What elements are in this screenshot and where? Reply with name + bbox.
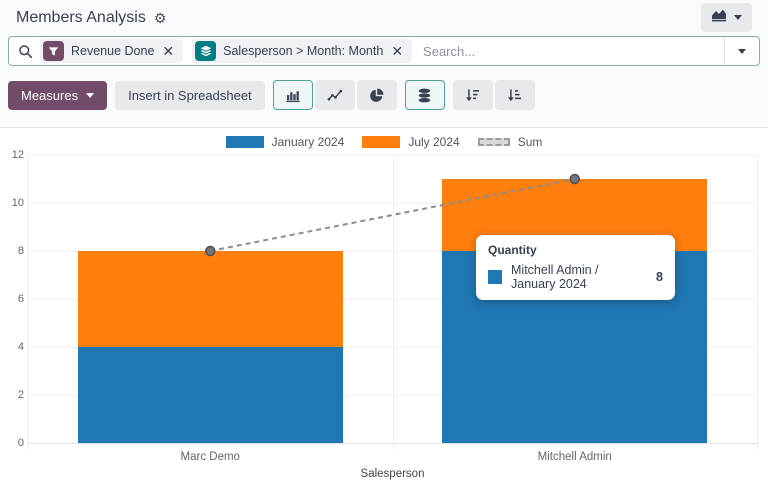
legend-item[interactable]: July 2024	[362, 135, 459, 149]
legend-marker-july	[362, 136, 400, 148]
tooltip-label: Mitchell Admin / January 2024	[511, 263, 645, 291]
grid-line	[393, 155, 394, 449]
legend-label: January 2024	[272, 135, 345, 149]
insert-in-spreadsheet-button[interactable]: Insert in Spreadsheet	[115, 81, 265, 110]
legend-label: Sum	[518, 135, 543, 149]
tooltip-series-marker	[488, 270, 502, 284]
stacked-toggle-button[interactable]	[405, 80, 445, 110]
search-icon	[9, 44, 40, 59]
filter-icon	[43, 41, 64, 61]
tooltip-row: Mitchell Admin / January 2024 8	[488, 263, 663, 291]
control-panel: Members Analysis ⚙ Revenue Done ✕ Salesp…	[0, 0, 768, 128]
sort-descending-icon	[465, 88, 480, 103]
search-input[interactable]	[421, 43, 724, 60]
sort-ascending-button[interactable]	[495, 80, 535, 110]
pie-chart-icon	[369, 88, 384, 103]
sort-descending-button[interactable]	[453, 80, 493, 110]
graph-view: January 2024 July 2024 Sum 0 2 4 6 8 10 12 Marc…	[0, 128, 768, 483]
y-tick-label: 6	[0, 293, 24, 305]
chevron-down-icon	[734, 15, 742, 20]
x-category-label: Marc Demo	[130, 451, 290, 463]
legend-marker-sum	[478, 138, 510, 146]
grid-line	[28, 155, 29, 449]
bar-chart-icon	[285, 88, 301, 103]
search-bar[interactable]: Revenue Done ✕ Salesperson > Month: Mont…	[8, 36, 760, 66]
facet-close-icon[interactable]: ✕	[390, 44, 404, 58]
header-row: Members Analysis ⚙	[8, 0, 760, 33]
y-tick-label: 2	[0, 389, 24, 401]
legend-label: July 2024	[408, 135, 459, 149]
tooltip-title: Quantity	[488, 243, 663, 257]
facet-label: Salesperson > Month: Month	[223, 44, 383, 58]
grid-line	[757, 155, 758, 449]
stacked-icon	[417, 88, 432, 103]
page-title-text: Members Analysis	[16, 9, 146, 27]
search-facet-groupby[interactable]: Salesperson > Month: Month ✕	[192, 39, 412, 63]
y-tick-label: 10	[0, 197, 24, 209]
x-category-label: Mitchell Admin	[495, 451, 655, 463]
legend-item[interactable]: January 2024	[226, 135, 345, 149]
bar-segment[interactable]	[78, 251, 343, 347]
toolbar: Measures Insert in Spreadsheet	[8, 80, 760, 110]
pie-chart-button[interactable]	[357, 80, 397, 110]
bar-segment[interactable]	[78, 347, 343, 443]
page-title: Members Analysis ⚙	[16, 9, 166, 27]
search-dropdown-toggle[interactable]	[724, 37, 759, 65]
legend-item[interactable]: Sum	[478, 135, 543, 149]
line-chart-icon	[327, 88, 343, 103]
search-facet-filter[interactable]: Revenue Done ✕	[40, 39, 183, 63]
y-tick-label: 8	[0, 245, 24, 257]
y-tick-label: 4	[0, 341, 24, 353]
line-chart-button[interactable]	[315, 80, 355, 110]
view-switcher-button[interactable]	[701, 3, 752, 32]
measures-label: Measures	[21, 88, 78, 103]
facet-close-icon[interactable]: ✕	[161, 44, 175, 58]
y-tick-label: 0	[0, 437, 24, 449]
sort-group	[453, 80, 535, 110]
sort-ascending-icon	[507, 88, 522, 103]
group-by-icon	[195, 41, 216, 61]
measures-button[interactable]: Measures	[8, 81, 107, 110]
chevron-down-icon	[738, 49, 746, 54]
facet-label: Revenue Done	[71, 44, 154, 58]
tooltip-value: 8	[656, 270, 663, 284]
y-tick-label: 12	[0, 149, 24, 161]
gear-icon[interactable]: ⚙	[154, 11, 167, 25]
chart-tooltip: Quantity Mitchell Admin / January 2024 8	[476, 235, 675, 300]
legend-marker-january	[226, 136, 264, 148]
x-axis-title: Salesperson	[313, 468, 473, 480]
bar-chart-button[interactable]	[273, 80, 313, 110]
area-chart-icon	[711, 8, 727, 27]
chart-legend: January 2024 July 2024 Sum	[0, 135, 768, 149]
chevron-down-icon	[86, 93, 94, 98]
chart-type-group	[273, 80, 397, 110]
